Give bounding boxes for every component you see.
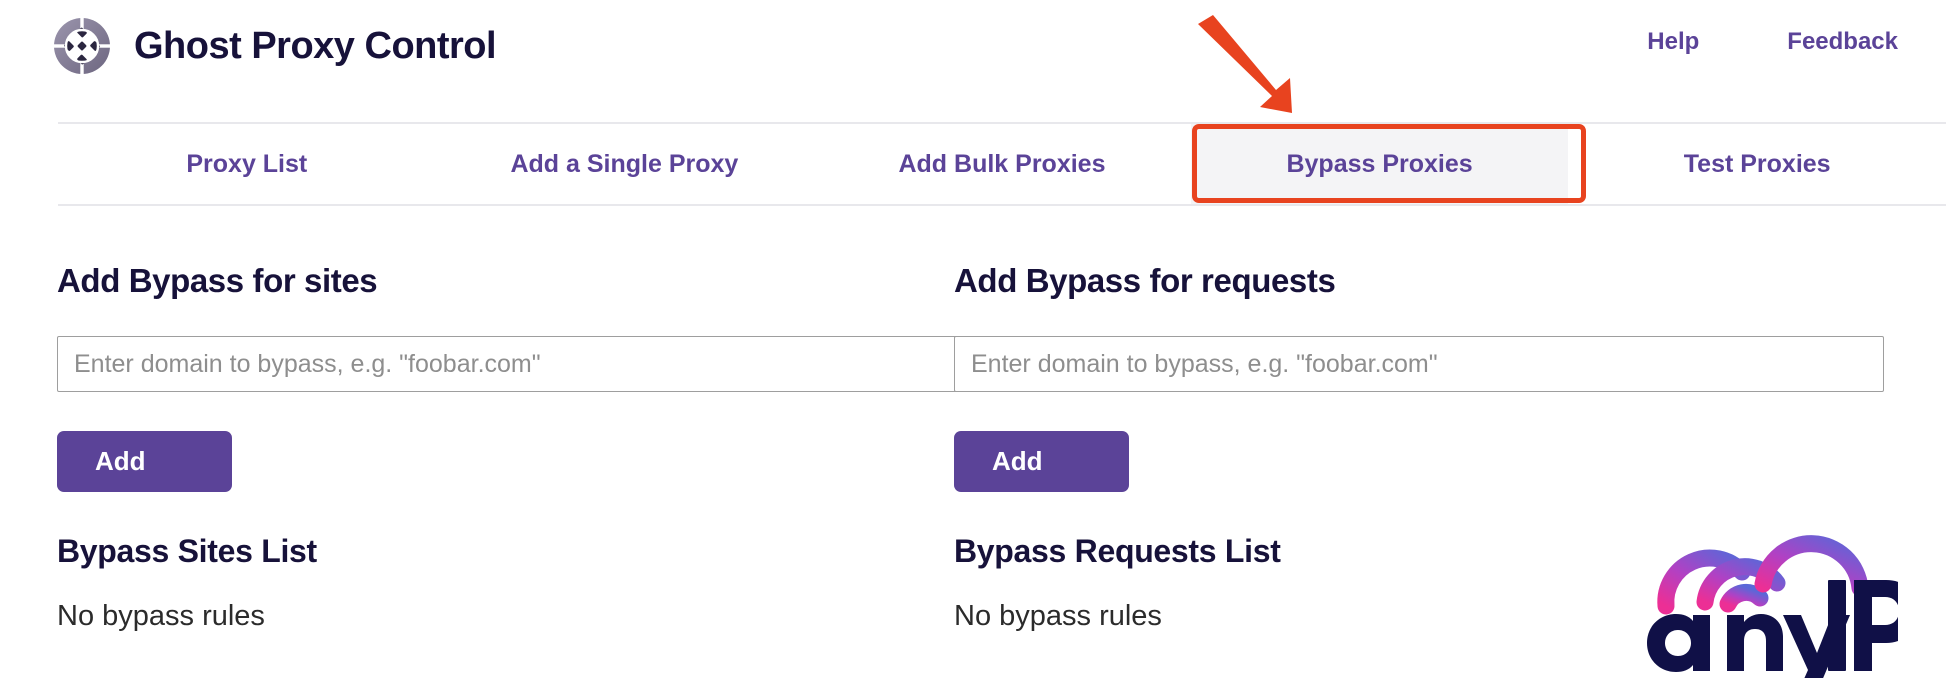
bypass-sites-empty-message: No bypass rules <box>57 600 265 632</box>
ghost-proxy-logo-icon <box>52 16 112 76</box>
add-bypass-request-button[interactable]: Add <box>954 431 1129 492</box>
app-title: Ghost Proxy Control <box>134 24 497 67</box>
add-bypass-site-button[interactable]: Add <box>57 431 232 492</box>
brand: Ghost Proxy Control <box>52 16 497 76</box>
bypass-sites-panel: Add Bypass for sites Add Bypass Sites Li… <box>0 206 965 690</box>
add-bypass-sites-heading: Add Bypass for sites <box>57 262 378 299</box>
help-link[interactable]: Help <box>1647 28 1699 56</box>
tab-bar: Proxy List Add a Single Proxy Add Bulk P… <box>0 122 1946 206</box>
add-bypass-requests-heading: Add Bypass for requests <box>954 262 1336 299</box>
anyip-wordmark <box>1647 580 1898 678</box>
anyip-logo <box>1647 535 1898 678</box>
tab-proxy-list[interactable]: Proxy List <box>58 124 436 204</box>
tab-add-bulk-proxies[interactable]: Add Bulk Proxies <box>813 124 1191 204</box>
feedback-link[interactable]: Feedback <box>1787 28 1898 56</box>
tab-add-a-single-proxy[interactable]: Add a Single Proxy <box>436 124 814 204</box>
tab-list: Proxy List Add a Single Proxy Add Bulk P… <box>58 124 1946 204</box>
bypass-sites-list-heading: Bypass Sites List <box>57 533 317 569</box>
bypass-sites-domain-input[interactable] <box>57 336 965 392</box>
tab-bypass-proxies[interactable]: Bypass Proxies <box>1190 124 1569 204</box>
bypass-requests-domain-input[interactable] <box>954 336 1884 392</box>
tab-test-proxies[interactable]: Test Proxies <box>1568 124 1946 204</box>
app-header: Ghost Proxy Control Help Feedback <box>0 0 1946 122</box>
header-links: Help Feedback <box>1647 28 1898 56</box>
ghost-proxy-control-page: Ghost Proxy Control Help Feedback Proxy … <box>0 0 1946 690</box>
